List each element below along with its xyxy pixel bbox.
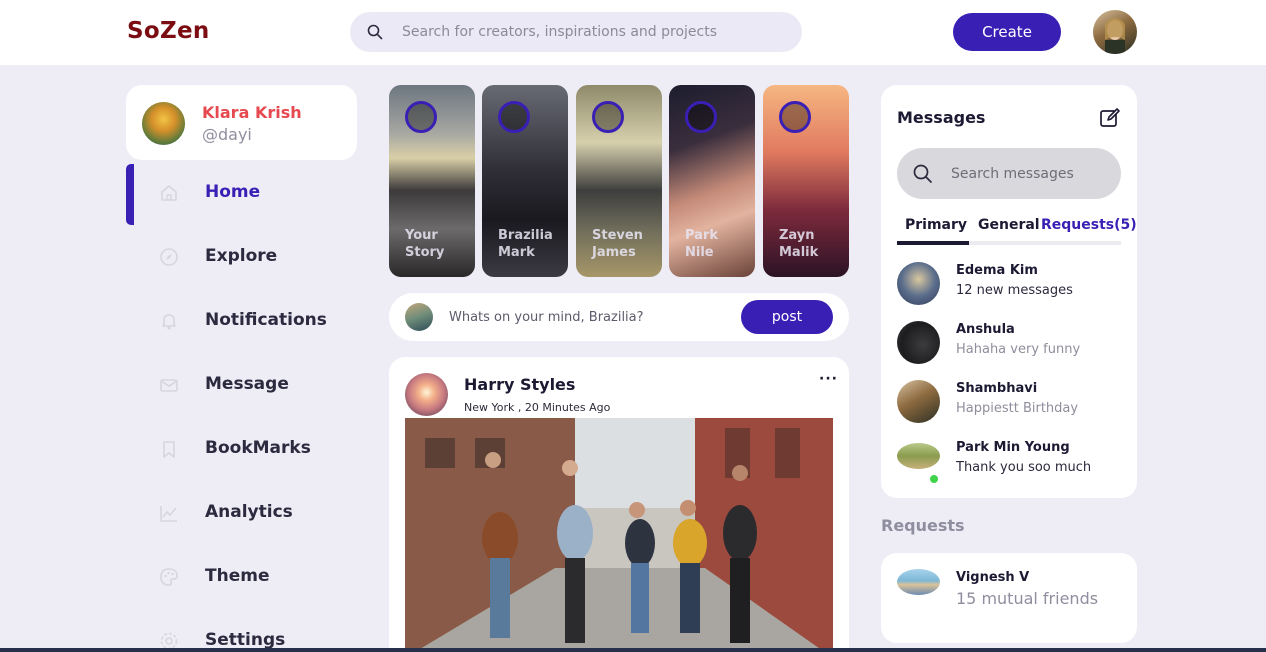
sidebar-item-label: Home — [205, 182, 261, 202]
bookmark-icon — [163, 441, 175, 458]
bell-icon — [162, 314, 176, 330]
post-author[interactable]: Harry Styles — [464, 375, 575, 394]
online-status-indicator — [930, 475, 938, 483]
message-avatar — [897, 321, 940, 364]
chart-icon — [160, 506, 177, 522]
post-image[interactable] — [405, 418, 833, 652]
post-meta: New York , 20 Minutes Ago — [464, 401, 611, 414]
composer-avatar — [405, 303, 433, 331]
message-sender: Shambhavi — [956, 381, 1038, 396]
search-bar[interactable] — [350, 12, 802, 52]
story-name: Park Nile — [685, 228, 719, 260]
logo[interactable]: SoZen — [127, 18, 210, 44]
sidebar-item-bookmarks[interactable]: BookMarks — [126, 417, 357, 481]
message-search-bar[interactable] — [897, 148, 1121, 199]
sidebar-item-label: Notifications — [205, 310, 327, 330]
story-card[interactable]: Steven James — [576, 85, 662, 277]
message-sender: Anshula — [956, 322, 1015, 337]
profile-name: Klara Krish — [202, 103, 302, 122]
tab-primary[interactable]: Primary — [905, 217, 967, 233]
search-input[interactable] — [402, 12, 782, 52]
mutual-friends: 15 mutual friends — [956, 589, 1099, 608]
post-button[interactable]: post — [741, 300, 833, 334]
palette-icon — [160, 568, 178, 586]
message-search-input[interactable] — [951, 148, 1111, 199]
tab-requests[interactable]: Requests(5) — [1041, 217, 1137, 233]
active-indicator — [126, 164, 134, 225]
bottom-divider — [0, 648, 1266, 652]
messages-panel: Messages Primary General Requests(5) Ede… — [881, 85, 1137, 498]
message-item[interactable]: Anshula Hahaha very funny — [897, 321, 1127, 371]
story-card[interactable]: Your Story — [389, 85, 475, 277]
more-options-icon[interactable]: ··· — [819, 371, 838, 387]
sidebar-item-settings[interactable]: Settings — [126, 609, 357, 652]
story-card[interactable]: Park Nile — [669, 85, 755, 277]
sidebar-item-label: Explore — [205, 246, 278, 266]
sidebar-item-label: Settings — [205, 630, 286, 650]
friend-request-card[interactable]: Vignesh V 15 mutual friends — [881, 553, 1137, 643]
message-item[interactable]: Edema Kim 12 new messages — [897, 262, 1127, 312]
active-tab-indicator — [897, 241, 969, 245]
user-avatar[interactable] — [1093, 10, 1137, 54]
story-card[interactable]: Brazilia Mark — [482, 85, 568, 277]
story-avatar — [405, 101, 437, 133]
search-icon — [913, 164, 932, 183]
search-icon — [367, 24, 383, 40]
create-button[interactable]: Create — [953, 13, 1061, 51]
message-sender: Edema Kim — [956, 263, 1038, 278]
message-avatar — [897, 262, 940, 305]
requests-heading: Requests — [881, 516, 965, 535]
mail-icon — [160, 379, 178, 392]
feed-post: Harry Styles New York , 20 Minutes Ago ·… — [389, 357, 849, 652]
story-avatar — [592, 101, 624, 133]
message-avatar — [897, 443, 940, 469]
compass-icon — [160, 248, 178, 266]
message-preview: Thank you soo much — [956, 460, 1092, 475]
message-item[interactable]: Park Min Young Thank you soo much — [897, 439, 1127, 489]
message-preview: Happiestt Birthday — [956, 401, 1079, 416]
sidebar-item-label: Analytics — [205, 502, 293, 522]
message-preview: Hahaha very funny — [956, 342, 1081, 357]
top-navbar: SoZen Create — [0, 0, 1266, 65]
profile-card[interactable]: Klara Krish @dayi — [126, 85, 357, 160]
message-sender: Park Min Young — [956, 440, 1070, 455]
story-name: Steven James — [592, 228, 643, 260]
post-composer: post — [389, 293, 849, 341]
story-name: Brazilia Mark — [498, 228, 553, 260]
message-avatar — [897, 380, 940, 423]
post-photo — [405, 418, 833, 652]
sidebar-item-message[interactable]: Message — [126, 353, 357, 417]
tab-general[interactable]: General — [978, 217, 1040, 233]
profile-avatar — [142, 102, 185, 145]
message-item[interactable]: Shambhavi Happiestt Birthday — [897, 380, 1127, 430]
sidebar-item-home[interactable]: Home — [126, 161, 357, 225]
edit-icon[interactable] — [1099, 107, 1121, 129]
request-name: Vignesh V — [956, 570, 1030, 585]
sidebar-item-label: Theme — [205, 566, 270, 586]
home-icon — [161, 185, 177, 201]
story-name: Zayn Malik — [779, 228, 819, 260]
message-preview: 12 new messages — [956, 283, 1073, 298]
request-avatar — [897, 569, 940, 595]
story-name: Your Story — [405, 228, 445, 260]
story-avatar — [685, 101, 717, 133]
sidebar-item-label: Message — [205, 374, 289, 394]
sidebar-item-explore[interactable]: Explore — [126, 225, 357, 289]
sidebar-item-notifications[interactable]: Notifications — [126, 289, 357, 353]
messages-title: Messages — [897, 108, 986, 127]
sidebar-item-theme[interactable]: Theme — [126, 545, 357, 609]
sidebar-item-analytics[interactable]: Analytics — [126, 481, 357, 545]
sidebar-item-label: BookMarks — [205, 438, 311, 458]
story-card[interactable]: Zayn Malik — [763, 85, 849, 277]
avatar-image — [1105, 18, 1125, 54]
story-avatar — [779, 101, 811, 133]
profile-handle: @dayi — [202, 125, 252, 144]
story-avatar — [498, 101, 530, 133]
composer-input[interactable] — [449, 293, 719, 341]
post-author-avatar[interactable] — [405, 373, 448, 416]
